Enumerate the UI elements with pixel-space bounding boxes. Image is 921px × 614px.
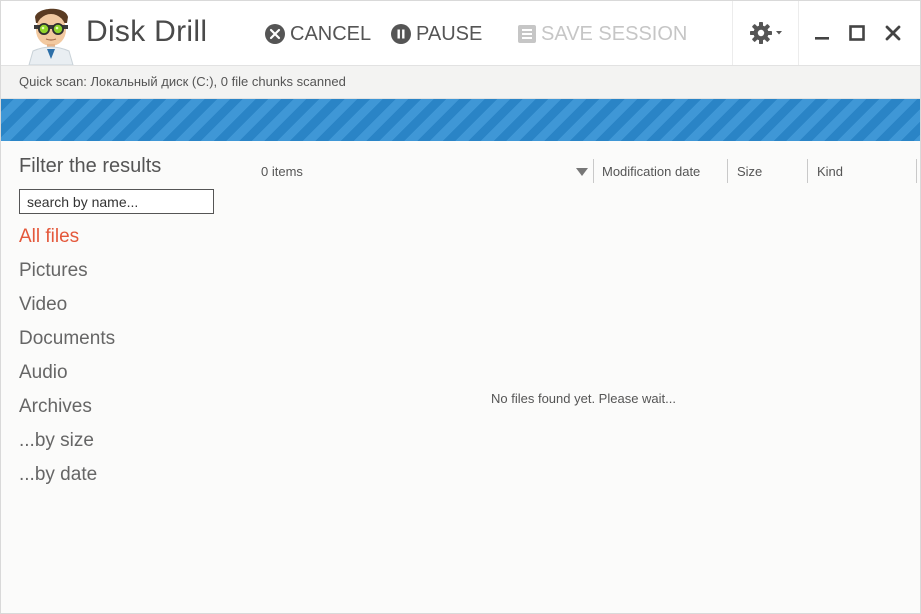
settings-menu-button[interactable] [732,1,799,65]
search-input[interactable] [19,189,214,214]
filter-title: Filter the results [19,155,162,177]
filter-item-video[interactable]: Video [19,293,115,327]
gear-icon [749,22,772,44]
filter-item-audio[interactable]: Audio [19,361,115,395]
filter-item-by-date[interactable]: ...by date [19,463,115,497]
cancel-label: CANCEL [290,22,372,45]
filter-list: All files Pictures Video Documents Audio… [19,225,115,497]
column-header-size[interactable]: Size [737,156,762,186]
filter-item-archives[interactable]: Archives [19,395,115,429]
filter-item-all-files[interactable]: All files [19,225,115,259]
disk-drill-logo-icon [28,8,74,65]
scan-progress-bar [1,99,920,141]
save-session-label: SAVE SESSION [541,22,688,45]
scan-status-bar: Quick scan: Локальный диск (C:), 0 file … [1,66,920,99]
title-bar: Disk Drill CANCEL PAUSE SAVE SESSION [1,1,920,66]
column-header-kind[interactable]: Kind [817,156,843,186]
scan-progress-fill [1,99,920,141]
pause-circle-icon [391,24,411,44]
pause-button[interactable]: PAUSE [391,21,482,47]
save-session-button[interactable]: SAVE SESSION [518,21,687,47]
list-icon [518,25,536,43]
close-window-button[interactable] [883,23,903,43]
empty-list-message: No files found yet. Please wait... [491,391,676,406]
items-count: 0 items [261,163,303,179]
maximize-button[interactable] [847,23,867,43]
column-divider[interactable] [807,159,808,183]
close-icon [885,25,901,41]
app-title: Disk Drill [86,15,208,48]
cancel-button[interactable]: CANCEL [265,21,371,47]
filter-item-by-size[interactable]: ...by size [19,429,115,463]
column-header-modification-date[interactable]: Modification date [602,156,700,186]
filter-item-pictures[interactable]: Pictures [19,259,115,293]
column-divider[interactable] [593,159,594,183]
minimize-icon [815,37,829,40]
sort-down-icon[interactable] [576,167,588,177]
maximize-icon [849,25,865,41]
caret-down-icon [775,31,782,35]
column-divider[interactable] [916,159,917,183]
minimize-button[interactable] [812,23,832,43]
filter-item-documents[interactable]: Documents [19,327,115,361]
column-divider[interactable] [727,159,728,183]
close-circle-icon [265,24,285,44]
pause-label: PAUSE [416,22,483,45]
scan-status-text: Quick scan: Локальный диск (C:), 0 file … [19,74,346,89]
